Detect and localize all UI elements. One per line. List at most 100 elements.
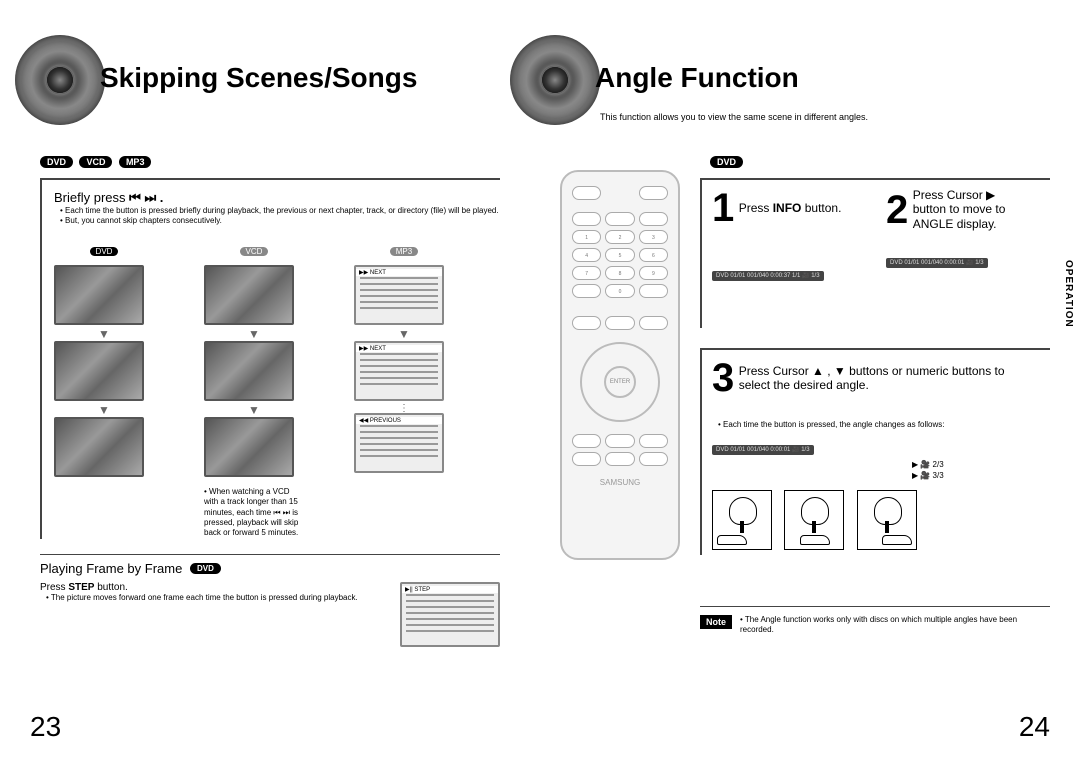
angle-subtitle: This function allows you to view the sam… [600, 112, 868, 122]
section-frame-by-frame: Playing Frame by Frame DVD Press STEP bu… [40, 550, 500, 651]
briefly-press-head: Briefly press ⏮ ⏭ . [54, 190, 500, 206]
remote-btn: 7 [572, 266, 601, 280]
angle-seq-3: ▶ 🎥 3/3 [912, 471, 1050, 480]
steps-1-2: 1 Press INFO button. DVD 01/01 001/040 0… [700, 178, 1050, 328]
remote-btn: 5 [605, 248, 634, 262]
skip-icons: ⏮ ⏭ . [129, 190, 163, 205]
speaker-icon [15, 35, 105, 125]
press-step: Press STEP button. [40, 582, 380, 593]
page-title-right: Angle Function [595, 62, 799, 94]
page-24: Angle Function This function allows you … [540, 0, 1080, 763]
col-vcd: VCD ▼ ▼ • When watching a VCD with a tra… [204, 241, 304, 539]
remote-btn: 3 [639, 230, 668, 244]
vcd-note: • When watching a VCD with a track longe… [204, 487, 304, 539]
col-label-mp3: MP3 [390, 247, 418, 256]
angle-seq-2: ▶ 🎥 2/3 [912, 460, 1050, 469]
remote-btn: 0 [605, 284, 634, 298]
remote-btn: 8 [605, 266, 634, 280]
step-number-2: 2 [886, 190, 908, 230]
note-block: Note • The Angle function works only wit… [700, 606, 1050, 636]
scene-angle-1 [712, 490, 772, 550]
remote-btn [639, 316, 668, 330]
mp3-thumb-2: ▶▶ NEXT [354, 341, 444, 401]
remote-btn: 6 [639, 248, 668, 262]
bullet-1: • Each time the button is pressed briefl… [60, 206, 500, 216]
arrow-down-icon: ▼ [54, 329, 154, 339]
pill-mp3: MP3 [119, 156, 152, 168]
note-text: • The Angle function works only with dis… [740, 615, 1050, 636]
dvd-thumb-2 [54, 341, 144, 401]
remote-btn [639, 452, 668, 466]
page-23: Skipping Scenes/Songs DVD VCD MP3 Briefl… [0, 0, 540, 763]
remote-btn: 2 [605, 230, 634, 244]
step-3: 3 Press Cursor ▲ , ▼ buttons or numeric … [700, 348, 1050, 555]
remote-btn: 1 [572, 230, 601, 244]
remote-btn [605, 452, 634, 466]
remote-btn [639, 284, 668, 298]
side-tab-operation: OPERATION [1063, 260, 1074, 328]
angle-scenes [712, 490, 1050, 555]
remote-btn [572, 434, 601, 448]
arrow-down-icon: ▼ [354, 329, 454, 339]
vcd-thumb-1 [204, 265, 294, 325]
step-1: 1 Press INFO button. DVD 01/01 001/040 0… [712, 188, 876, 282]
remote-btn [639, 186, 668, 200]
osd-display-2: DVD 01/01 001/040 0:00:01 🎥 1/3 [886, 258, 988, 268]
pill-vcd: VCD [79, 156, 112, 168]
remote-btn [605, 434, 634, 448]
dvd-thumb-3 [54, 417, 144, 477]
bullet-2: • But, you cannot skip chapters consecut… [60, 216, 500, 226]
step-number-3: 3 [712, 358, 734, 398]
frame-head: Playing Frame by Frame DVD [40, 561, 500, 576]
remote-btn [572, 452, 601, 466]
step3-bullet: • Each time the button is pressed, the a… [718, 420, 1050, 430]
remote-dpad: ENTER [580, 342, 660, 422]
section-skipping: Briefly press ⏮ ⏭ . • Each time the butt… [40, 178, 500, 539]
mp3-thumb-1: ▶▶ NEXT [354, 265, 444, 325]
remote-btn: 9 [639, 266, 668, 280]
arrow-down-icon: ▼ [204, 329, 304, 339]
col-mp3: MP3 ▶▶ NEXT ▼ ▶▶ NEXT ⋮ ◀◀ PREVIOUS [354, 241, 454, 539]
speaker-icon [510, 35, 600, 125]
columns: DVD ▼ ▼ VCD ▼ ▼ • When watching a VCD wi… [54, 241, 500, 539]
remote-btn [605, 316, 634, 330]
remote-btn [605, 212, 634, 226]
remote-btn: 4 [572, 248, 601, 262]
vcd-thumb-3 [204, 417, 294, 477]
page-title-left: Skipping Scenes/Songs [100, 62, 417, 94]
remote-control: 1 2 3 4 5 6 7 8 9 0 ENTER [560, 170, 680, 560]
remote-btn [572, 316, 601, 330]
col-label-dvd: DVD [90, 247, 119, 256]
remote-btn [572, 186, 601, 200]
remote-btn [572, 212, 601, 226]
vertical-dots-icon: ⋮ [354, 405, 454, 413]
dvd-thumb-1 [54, 265, 144, 325]
format-pills: DVD VCD MP3 [40, 152, 153, 170]
angle-osd-head: DVD 01/01 001/040 0:00:01 🎥 1/3 [712, 445, 814, 455]
page-number-left: 23 [30, 711, 61, 743]
step-2: 2 Press Cursor ▶ button to move to ANGLE… [886, 188, 1050, 282]
note-label: Note [700, 615, 732, 629]
format-pill-right: DVD [710, 152, 745, 170]
page-number-right: 24 [1019, 711, 1050, 743]
pill-dvd: DVD [40, 156, 73, 168]
arrow-down-icon: ▼ [204, 405, 304, 415]
remote-enter: ENTER [604, 366, 636, 398]
frame-bullet: • The picture moves forward one frame ea… [46, 593, 380, 603]
remote-brand: SAMSUNG [562, 478, 678, 487]
vcd-thumb-2 [204, 341, 294, 401]
col-dvd: DVD ▼ ▼ [54, 241, 154, 539]
mp3-thumb-3: ◀◀ PREVIOUS [354, 413, 444, 473]
remote-btn [572, 284, 601, 298]
step-number-1: 1 [712, 188, 734, 228]
scene-angle-2 [784, 490, 844, 550]
step-thumb: ▶|| STEP [400, 582, 500, 647]
osd-display-1: DVD 01/01 001/040 0:00:37 1/1 🎥 1/3 [712, 271, 824, 281]
col-label-vcd: VCD [240, 247, 269, 256]
remote-btn [639, 434, 668, 448]
remote-btn [639, 212, 668, 226]
pill-dvd-small: DVD [190, 563, 221, 574]
pill-dvd: DVD [710, 156, 743, 168]
scene-angle-3 [857, 490, 917, 550]
arrow-down-icon: ▼ [54, 405, 154, 415]
